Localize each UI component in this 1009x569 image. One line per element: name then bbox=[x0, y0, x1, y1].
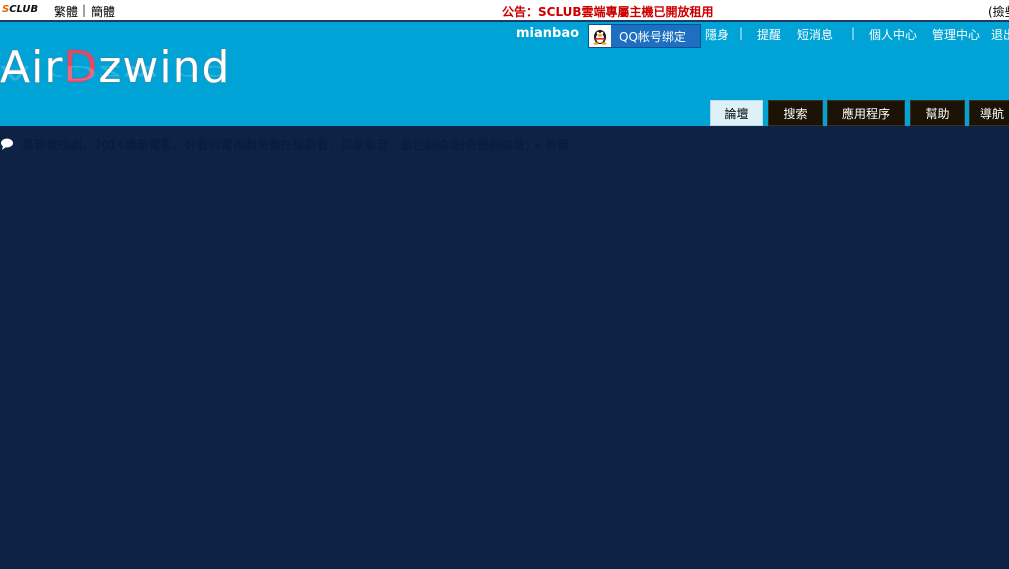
tab-search[interactable]: 搜索 bbox=[768, 100, 823, 126]
qq-penguin-icon bbox=[589, 25, 611, 47]
announcement-link[interactable]: 公告：SCLUB雲端專屬主機已開放租用 bbox=[502, 3, 714, 20]
lang-separator: | bbox=[82, 3, 87, 17]
invisible-link[interactable]: 隱身 bbox=[705, 26, 729, 43]
lang-simplified-link[interactable]: 簡體 bbox=[91, 3, 115, 20]
qq-bind-button[interactable]: QQ帐号绑定 bbox=[588, 24, 701, 48]
speech-bubble-icon bbox=[1, 138, 13, 150]
lang-traditional-link[interactable]: 繁體 bbox=[54, 3, 78, 20]
admin-center-link[interactable]: 管理中心 bbox=[932, 26, 980, 43]
tab-navigation[interactable]: 導航 bbox=[969, 100, 1009, 126]
personal-center-link[interactable]: 個人中心 bbox=[869, 26, 917, 43]
link-separator: | bbox=[851, 26, 856, 40]
tab-help[interactable]: 幫助 bbox=[910, 100, 965, 126]
qq-bind-label: QQ帐号绑定 bbox=[619, 29, 686, 44]
breadcrumb: 最新電視劇，2014最新電影，好看的電視劇免費在線觀看，百度影音 - 面包網論壇… bbox=[0, 136, 1009, 152]
tab-forum[interactable]: 論壇 bbox=[710, 100, 763, 126]
username-link[interactable]: mianbao bbox=[516, 26, 579, 41]
breadcrumb-text[interactable]: 最新電視劇，2014最新電影，好看的電視劇免費在線觀看，百度影音 - 面包網論壇… bbox=[22, 136, 569, 153]
top-strip: SCLUB 繁體 | 簡體 公告：SCLUB雲端專屬主機已開放租用 (撿些 bbox=[0, 0, 1009, 22]
reminder-link[interactable]: 提醒 bbox=[757, 26, 781, 43]
tab-applications[interactable]: 應用程序 bbox=[827, 100, 905, 126]
site-header: AirDzwind AirDzwind mianbao QQ帐号绑定 隱身 | … bbox=[0, 22, 1009, 126]
sclub-logo[interactable]: SCLUB bbox=[2, 4, 38, 15]
messages-link[interactable]: 短消息 bbox=[797, 26, 833, 43]
top-right-link[interactable]: (撿些 bbox=[988, 3, 1009, 20]
logout-link[interactable]: 退出 bbox=[991, 26, 1009, 43]
link-separator: | bbox=[739, 26, 744, 40]
logo-reflection: AirDzwind bbox=[0, 61, 231, 84]
